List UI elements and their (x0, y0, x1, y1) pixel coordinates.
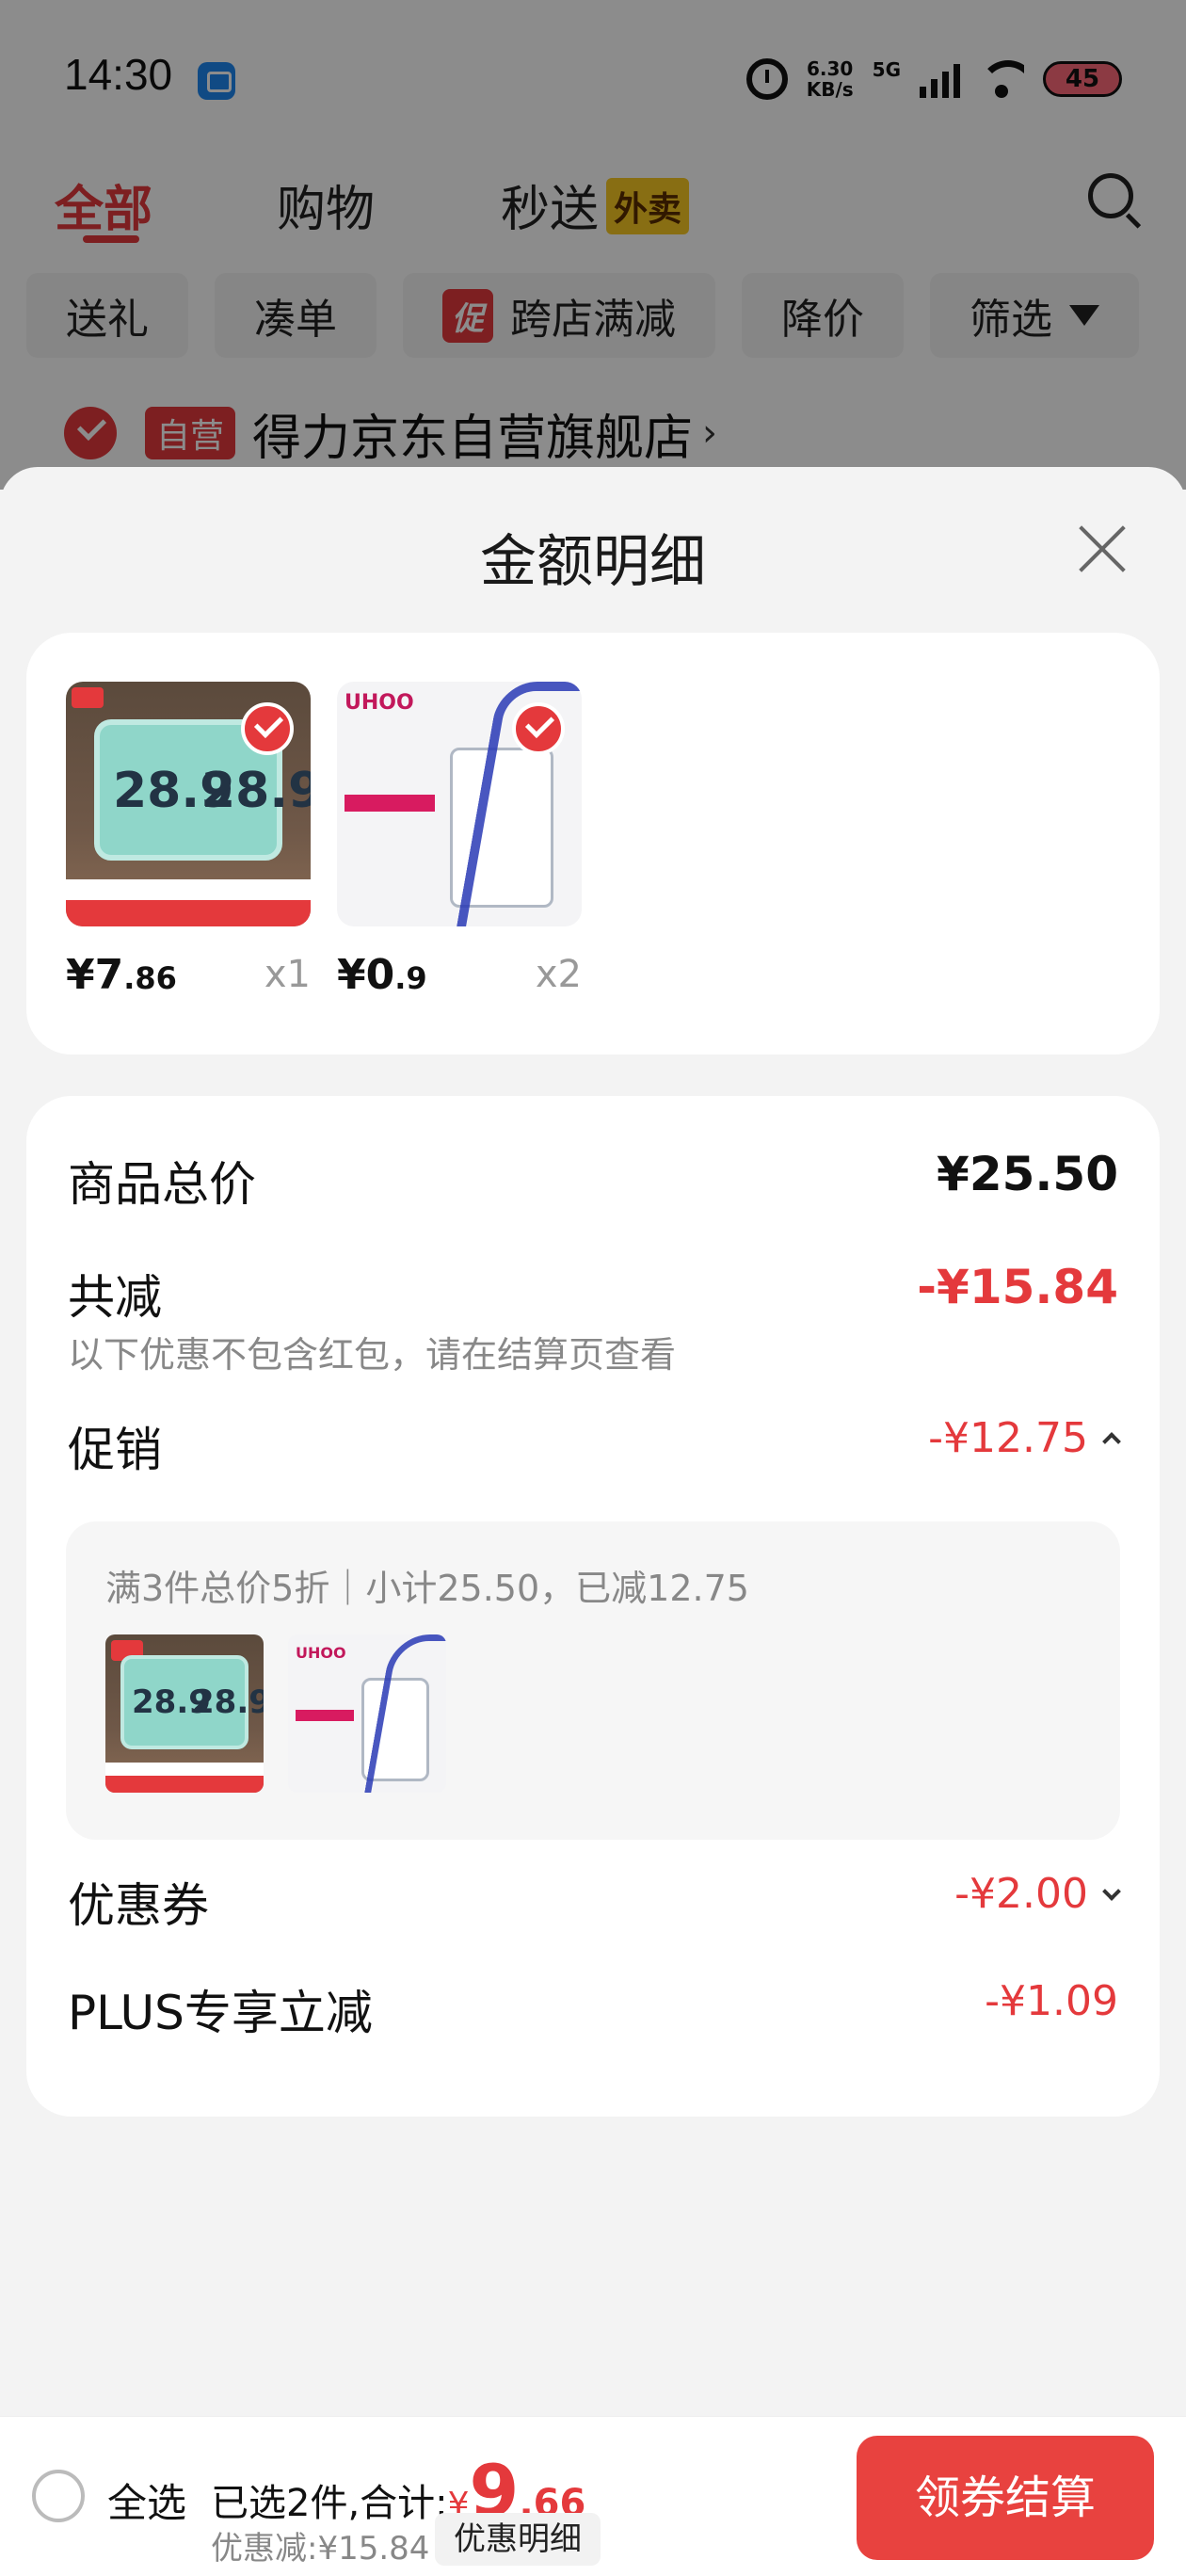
selected-count: 已选2件,合计: (211, 2482, 448, 2525)
promo-label: 促销 (68, 1423, 162, 1477)
dim-overlay[interactable] (0, 0, 1186, 490)
coupon-value: -¥2.00 (954, 1870, 1088, 1918)
thermometer-thumbnail: 28.9 28.9 (105, 1634, 264, 1793)
chevron-up-icon (1102, 1432, 1121, 1451)
product-qty: x1 (264, 953, 311, 996)
product-check-icon[interactable] (512, 702, 565, 755)
card-holder-thumbnail: UHOO (288, 1634, 446, 1793)
total-discount-value: -¥15.84 (917, 1260, 1118, 1314)
sheet-title: 金额明细 (480, 529, 706, 595)
product-check-icon[interactable] (241, 702, 294, 755)
product-price: ¥0.9 (337, 951, 427, 999)
products-card: 28.9 28.9 ¥7.86 x1 UHOO ¥0.9 x2 (26, 633, 1160, 1055)
chevron-down-icon (1102, 1882, 1121, 1901)
discount-detail-button[interactable]: 优惠明细 (435, 2513, 601, 2566)
amount-detail-sheet: 金额明细 28.9 28.9 ¥7.86 x1 UHOO ¥0.9 x2 商品总… (0, 467, 1186, 2576)
discount-summary: 优惠减:¥15.84 (211, 2530, 430, 2568)
promo-detail-box: 满3件总价5折｜小计25.50，已减12.75 28.9 28.9 UHOO (66, 1521, 1120, 1840)
product-qty: x2 (535, 953, 582, 996)
total-price-value: ¥25.50 (937, 1147, 1118, 1201)
checkout-button[interactable]: 领券结算 (857, 2436, 1154, 2560)
promo-value: -¥12.75 (928, 1414, 1088, 1462)
coupon-toggle[interactable]: -¥2.00 (954, 1870, 1121, 1918)
plus-discount-value: -¥1.09 (985, 1977, 1118, 2025)
price-summary-card: 商品总价 ¥25.50 共减 -¥15.84 以下优惠不包含红包，请在结算页查看… (26, 1096, 1160, 2117)
plus-discount-label: PLUS专享立减 (68, 1986, 373, 2040)
discount-note: 以下优惠不包含红包，请在结算页查看 (68, 1334, 677, 1376)
coupon-label: 优惠券 (68, 1878, 209, 1933)
select-all-label[interactable]: 全选 (107, 2471, 186, 2529)
checkout-bar: 全选 已选2件,合计:¥9.66 优惠减:¥15.84 优惠明细 领券结算 (0, 2416, 1186, 2576)
select-all-checkbox[interactable] (32, 2470, 85, 2522)
total-discount-label: 共减 (68, 1270, 162, 1325)
promo-detail-text: 满3件总价5折｜小计25.50，已减12.75 (105, 1568, 749, 1609)
close-icon[interactable] (1073, 520, 1131, 578)
product-price: ¥7.86 (66, 951, 177, 999)
total-price-label: 商品总价 (68, 1157, 256, 1212)
promo-toggle[interactable]: -¥12.75 (928, 1414, 1121, 1462)
